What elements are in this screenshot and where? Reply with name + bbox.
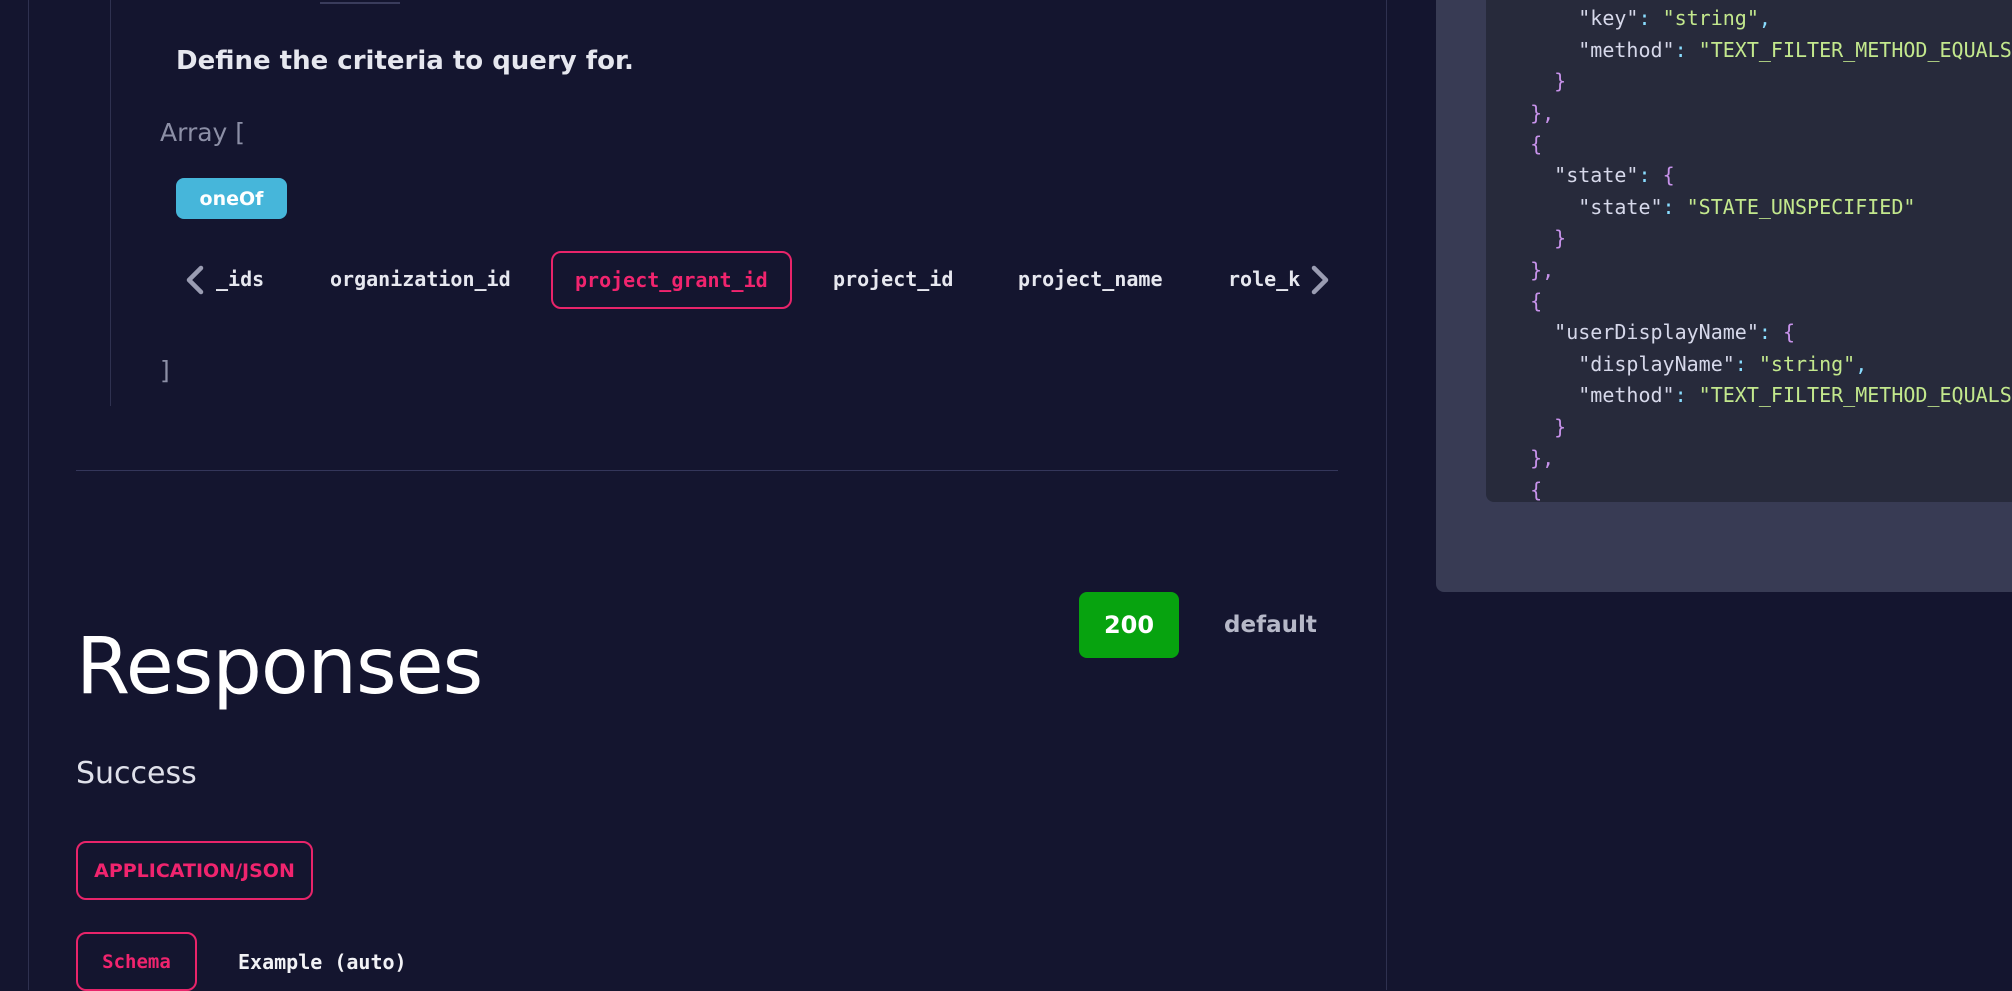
tab-role-key[interactable]: role_k bbox=[1228, 251, 1300, 307]
responses-title: Responses bbox=[76, 622, 483, 712]
code-line: }, bbox=[1506, 446, 1555, 471]
left-border bbox=[28, 0, 29, 990]
section-divider bbox=[76, 470, 1338, 471]
code-line: "method": "TEXT_FILTER_METHOD_EQUALS" bbox=[1578, 37, 2012, 62]
code-line: "state": "STATE_UNSPECIFIED" bbox=[1578, 194, 1916, 219]
code-content: "roleKey": { "key": "string", "method": … bbox=[1506, 0, 2012, 502]
code-line: } bbox=[1506, 69, 1567, 94]
code-line: }, bbox=[1506, 257, 1555, 282]
code-line: { bbox=[1506, 289, 1543, 314]
media-type-tab[interactable]: APPLICATION/JSON bbox=[76, 841, 313, 900]
oneof-badge: oneOf bbox=[176, 178, 287, 219]
response-description: Success bbox=[76, 756, 197, 791]
criteria-description: Define the criteria to query for. bbox=[176, 46, 634, 76]
chevron-left-icon[interactable] bbox=[180, 264, 212, 296]
code-line: } bbox=[1506, 414, 1567, 439]
cut-off-text bbox=[320, 0, 400, 4]
array-open-label: Array [ bbox=[160, 118, 246, 147]
example-tab[interactable]: Example (auto) bbox=[238, 950, 407, 974]
code-block[interactable]: "roleKey": { "key": "string", "method": … bbox=[1486, 0, 2012, 502]
tab-ids[interactable]: _ids bbox=[216, 251, 264, 307]
nested-schema-border bbox=[110, 0, 111, 406]
code-line: "displayName": "string", bbox=[1578, 351, 1868, 376]
chevron-right-icon[interactable] bbox=[1303, 264, 1335, 296]
code-line: "method": "TEXT_FILTER_METHOD_EQUALS" bbox=[1578, 383, 2012, 408]
content-divider bbox=[1386, 0, 1387, 990]
code-line: } bbox=[1506, 226, 1567, 251]
status-200-tab[interactable]: 200 bbox=[1079, 592, 1179, 658]
code-line: "key": "string", bbox=[1578, 6, 1771, 31]
status-default-tab[interactable]: default bbox=[1224, 612, 1317, 638]
oneof-tabs: _ids organization_id project_grant_id pr… bbox=[176, 251, 1336, 309]
code-line: { bbox=[1506, 477, 1543, 502]
array-close-label: ] bbox=[160, 356, 170, 385]
tab-project-id[interactable]: project_id bbox=[833, 251, 953, 307]
tab-project-name[interactable]: project_name bbox=[1018, 251, 1163, 307]
code-line: "state": { bbox=[1554, 163, 1675, 188]
code-line: "userDisplayName": { bbox=[1554, 320, 1796, 345]
tab-organization-id[interactable]: organization_id bbox=[330, 251, 511, 307]
code-line: }, bbox=[1506, 100, 1555, 125]
code-line: { bbox=[1506, 132, 1543, 157]
schema-tab[interactable]: Schema bbox=[76, 932, 197, 991]
tab-project-grant-id[interactable]: project_grant_id bbox=[551, 251, 792, 309]
